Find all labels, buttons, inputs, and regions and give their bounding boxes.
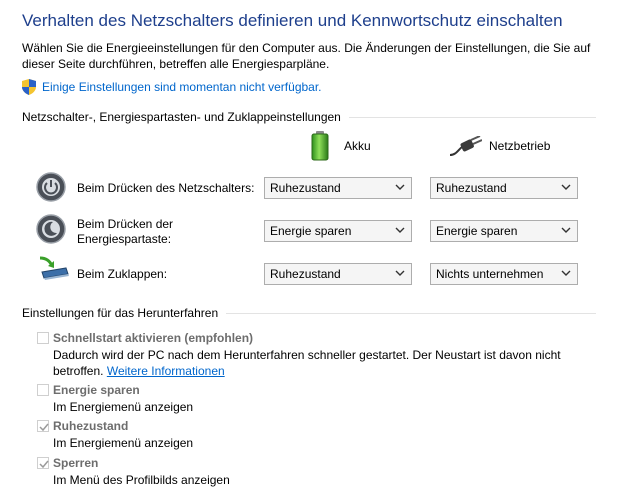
- hibernate-menu-description: Im Energiemenü anzeigen: [53, 436, 194, 450]
- power-plug-icon: [450, 136, 482, 156]
- sleep-button-icon: [36, 214, 66, 244]
- section-title: Einstellungen für das Herunterfahren: [22, 306, 219, 320]
- select-value: Energie sparen: [270, 224, 352, 238]
- more-info-link[interactable]: Weitere Informationen: [107, 364, 225, 378]
- power-button-icon: [36, 172, 66, 202]
- chevron-down-icon: [561, 270, 571, 276]
- shutdown-section-header: Einstellungen für das Herunterfahren: [22, 306, 596, 320]
- chevron-down-icon: [395, 270, 405, 276]
- select-value: Ruhezustand: [436, 181, 507, 195]
- shield-icon: [22, 79, 36, 95]
- select-value: Nichts unternehmen: [436, 267, 544, 281]
- sleep-button-label: Beim Drücken der Energiespartaste:: [77, 217, 174, 246]
- fast-startup-description: Dadurch wird der PC nach dem Herunterfah…: [53, 347, 573, 379]
- lid-close-icon: [39, 256, 69, 280]
- lock-menu-label: Sperren: [53, 456, 99, 470]
- chevron-down-icon: [395, 227, 405, 233]
- sleep-button-plugged-select[interactable]: Energie sparen: [430, 220, 578, 242]
- chevron-down-icon: [561, 227, 571, 233]
- fast-startup-label: Schnellstart aktivieren (empfohlen): [53, 331, 254, 345]
- power-button-label: Beim Drücken des Netzschalters:: [77, 181, 255, 195]
- power-button-plugged-select[interactable]: Ruhezustand: [430, 177, 578, 199]
- checkmark-icon: [39, 423, 49, 432]
- sleep-menu-checkbox[interactable]: [37, 384, 49, 396]
- buttons-section-header: Netzschalter-, Energiespartasten- und Zu…: [22, 110, 596, 124]
- hibernate-menu-label: Ruhezustand: [53, 419, 129, 433]
- select-value: Ruhezustand: [270, 181, 341, 195]
- lid-close-label: Beim Zuklappen:: [77, 267, 168, 281]
- lock-menu-description: Im Menü des Profilbilds anzeigen: [53, 473, 230, 487]
- unavailable-settings-link[interactable]: Einige Einstellungen sind momentan nicht…: [42, 80, 322, 94]
- select-value: Ruhezustand: [270, 267, 341, 281]
- battery-icon: [311, 131, 329, 161]
- sleep-button-battery-select[interactable]: Energie sparen: [264, 220, 412, 242]
- checkmark-icon: [39, 460, 49, 469]
- section-divider: [226, 312, 596, 314]
- page-title: Verhalten des Netzschalters definieren u…: [22, 11, 563, 30]
- fast-startup-checkbox[interactable]: [37, 332, 49, 344]
- sleep-menu-label: Energie sparen: [53, 383, 140, 397]
- chevron-down-icon: [561, 184, 571, 190]
- lid-close-plugged-select[interactable]: Nichts unternehmen: [430, 263, 578, 285]
- power-button-battery-select[interactable]: Ruhezustand: [264, 177, 412, 199]
- lid-close-battery-select[interactable]: Ruhezustand: [264, 263, 412, 285]
- chevron-down-icon: [395, 184, 405, 190]
- lock-menu-checkbox[interactable]: [37, 457, 49, 469]
- sleep-menu-description: Im Energiemenü anzeigen: [53, 400, 194, 414]
- select-value: Energie sparen: [436, 224, 518, 238]
- col-plugged-label: Netzbetrieb: [489, 139, 551, 153]
- col-battery-label: Akku: [344, 139, 371, 153]
- section-title: Netzschalter-, Energiespartasten- und Zu…: [22, 110, 341, 124]
- intro-text: Wählen Sie die Energieeinstellungen für …: [22, 41, 591, 71]
- hibernate-menu-checkbox[interactable]: [37, 420, 49, 432]
- section-divider: [348, 116, 596, 118]
